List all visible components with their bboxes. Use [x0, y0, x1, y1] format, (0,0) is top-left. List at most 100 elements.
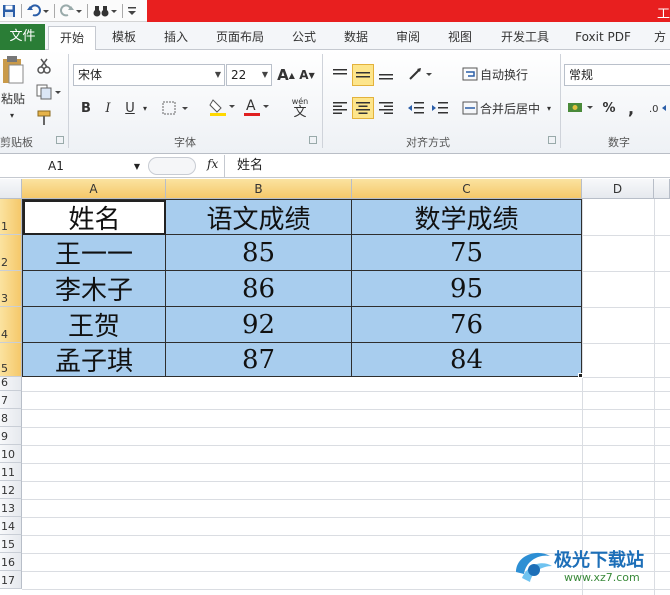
tab-foxit-pdf[interactable]: Foxit PDF: [568, 26, 638, 50]
tab-home[interactable]: 开始: [48, 26, 96, 51]
binoculars-icon[interactable]: [91, 2, 119, 20]
cell-b4[interactable]: 92: [166, 307, 352, 343]
cell-b3[interactable]: 86: [166, 271, 352, 307]
font-color-icon[interactable]: A: [242, 96, 272, 118]
chevron-down-icon[interactable]: ▼: [215, 65, 221, 85]
row-header-4[interactable]: 4: [0, 307, 22, 343]
row-header-6[interactable]: 6: [0, 376, 22, 391]
select-all-corner[interactable]: [0, 179, 22, 199]
tab-page-layout[interactable]: 页面布局: [210, 26, 270, 50]
row-header-5[interactable]: 5: [0, 343, 22, 377]
cell-a2[interactable]: 王一一: [23, 235, 166, 271]
orientation-icon[interactable]: [406, 64, 436, 84]
tab-view[interactable]: 视图: [440, 26, 480, 50]
tab-review[interactable]: 审阅: [388, 26, 428, 50]
font-name-combo[interactable]: 宋体 ▼: [73, 64, 225, 86]
align-right-icon[interactable]: [376, 98, 396, 118]
cell-b2[interactable]: 85: [166, 235, 352, 271]
customize-qat-icon[interactable]: [126, 2, 138, 20]
font-size-combo[interactable]: 22 ▼: [226, 64, 272, 86]
formula-bar-resize-handle[interactable]: [148, 157, 196, 175]
redo-icon[interactable]: [58, 2, 84, 20]
cell-c2[interactable]: 75: [352, 235, 582, 271]
row-header-16[interactable]: 16: [0, 553, 22, 571]
column-header-c[interactable]: C: [352, 179, 582, 199]
tab-more[interactable]: 方: [650, 26, 670, 50]
borders-icon[interactable]: [160, 98, 194, 118]
save-icon[interactable]: [0, 2, 18, 20]
cell-a5[interactable]: 孟子琪: [23, 343, 166, 377]
merge-dropdown-icon[interactable]: ▾: [544, 98, 554, 118]
tab-template[interactable]: 模板: [104, 26, 144, 50]
cell-c4[interactable]: 76: [352, 307, 582, 343]
tab-insert[interactable]: 插入: [156, 26, 196, 50]
cell-c3[interactable]: 95: [352, 271, 582, 307]
cell-c5[interactable]: 84: [352, 343, 582, 377]
formula-input[interactable]: 姓名: [224, 155, 670, 178]
phonetic-guide-button[interactable]: wén 文: [284, 94, 316, 120]
undo-icon[interactable]: [25, 2, 51, 20]
merge-center-icon[interactable]: [460, 98, 480, 118]
cell-a4[interactable]: 王贺: [23, 307, 166, 343]
row-header-1[interactable]: 1: [0, 199, 22, 235]
align-middle-icon[interactable]: [352, 64, 374, 86]
shrink-font-button[interactable]: A ▼: [298, 64, 316, 86]
increase-indent-icon[interactable]: [430, 98, 450, 118]
underline-dropdown-icon[interactable]: ▾: [140, 98, 150, 118]
row-header-11[interactable]: 11: [0, 463, 22, 481]
column-header-d[interactable]: D: [582, 179, 654, 199]
row-header-14[interactable]: 14: [0, 517, 22, 535]
align-center-icon[interactable]: [352, 97, 374, 119]
row-header-9[interactable]: 9: [0, 427, 22, 445]
merge-center-button[interactable]: 合并后居中: [480, 98, 544, 118]
alignment-dialog-launcher-icon[interactable]: [548, 136, 556, 144]
number-format-combo[interactable]: 常规: [564, 64, 670, 86]
paste-button-label[interactable]: 粘贴: [0, 90, 26, 106]
chevron-down-icon[interactable]: ▼: [134, 156, 140, 177]
tab-file[interactable]: 文件: [0, 24, 45, 50]
bold-button[interactable]: B: [78, 98, 94, 118]
cell-c1[interactable]: 数学成绩: [352, 200, 582, 235]
row-header-8[interactable]: 8: [0, 409, 22, 427]
tab-formulas[interactable]: 公式: [284, 26, 324, 50]
clipboard-dialog-launcher-icon[interactable]: [56, 136, 64, 144]
grow-font-button[interactable]: A ▲: [277, 64, 295, 86]
name-box[interactable]: A1 ▼: [22, 156, 146, 177]
comma-style-button[interactable]: ,: [624, 98, 638, 118]
chevron-down-icon[interactable]: ▼: [262, 65, 268, 85]
paste-icon[interactable]: [0, 54, 26, 86]
cell-b1[interactable]: 语文成绩: [166, 200, 352, 235]
cut-icon[interactable]: [34, 56, 54, 76]
cell-b5[interactable]: 87: [166, 343, 352, 377]
worksheet-grid[interactable]: A B C D 1 2 3 4 5 6 7 8 9 10 11 12 13 14…: [0, 179, 670, 595]
row-header-2[interactable]: 2: [0, 235, 22, 271]
fill-handle[interactable]: [578, 373, 583, 378]
underline-button[interactable]: U: [122, 98, 138, 118]
accounting-format-icon[interactable]: [566, 98, 596, 118]
row-header-10[interactable]: 10: [0, 445, 22, 463]
row-header-3[interactable]: 3: [0, 271, 22, 307]
cell-a1[interactable]: 姓名: [23, 200, 166, 235]
italic-button[interactable]: I: [100, 98, 116, 118]
copy-icon[interactable]: [34, 82, 64, 102]
paste-dropdown-icon[interactable]: ▾: [6, 110, 18, 120]
row-header-15[interactable]: 15: [0, 535, 22, 553]
insert-function-icon[interactable]: fx: [207, 157, 218, 171]
fill-color-icon[interactable]: [208, 96, 238, 118]
column-header-a[interactable]: A: [22, 179, 166, 199]
column-header-b[interactable]: B: [166, 179, 352, 199]
tab-data[interactable]: 数据: [336, 26, 376, 50]
row-header-13[interactable]: 13: [0, 499, 22, 517]
increase-decimal-icon[interactable]: .0: [648, 98, 670, 118]
percent-style-button[interactable]: %: [600, 98, 618, 118]
wrap-text-icon[interactable]: [460, 64, 480, 84]
format-painter-icon[interactable]: [34, 108, 54, 128]
wrap-text-button[interactable]: 自动换行: [480, 64, 534, 84]
cell-a3[interactable]: 李木子: [23, 271, 166, 307]
column-header-e[interactable]: [654, 179, 670, 199]
row-header-7[interactable]: 7: [0, 391, 22, 409]
decrease-indent-icon[interactable]: [406, 98, 426, 118]
align-bottom-icon[interactable]: [376, 64, 396, 84]
align-left-icon[interactable]: [330, 98, 350, 118]
row-header-17[interactable]: 17: [0, 571, 22, 589]
